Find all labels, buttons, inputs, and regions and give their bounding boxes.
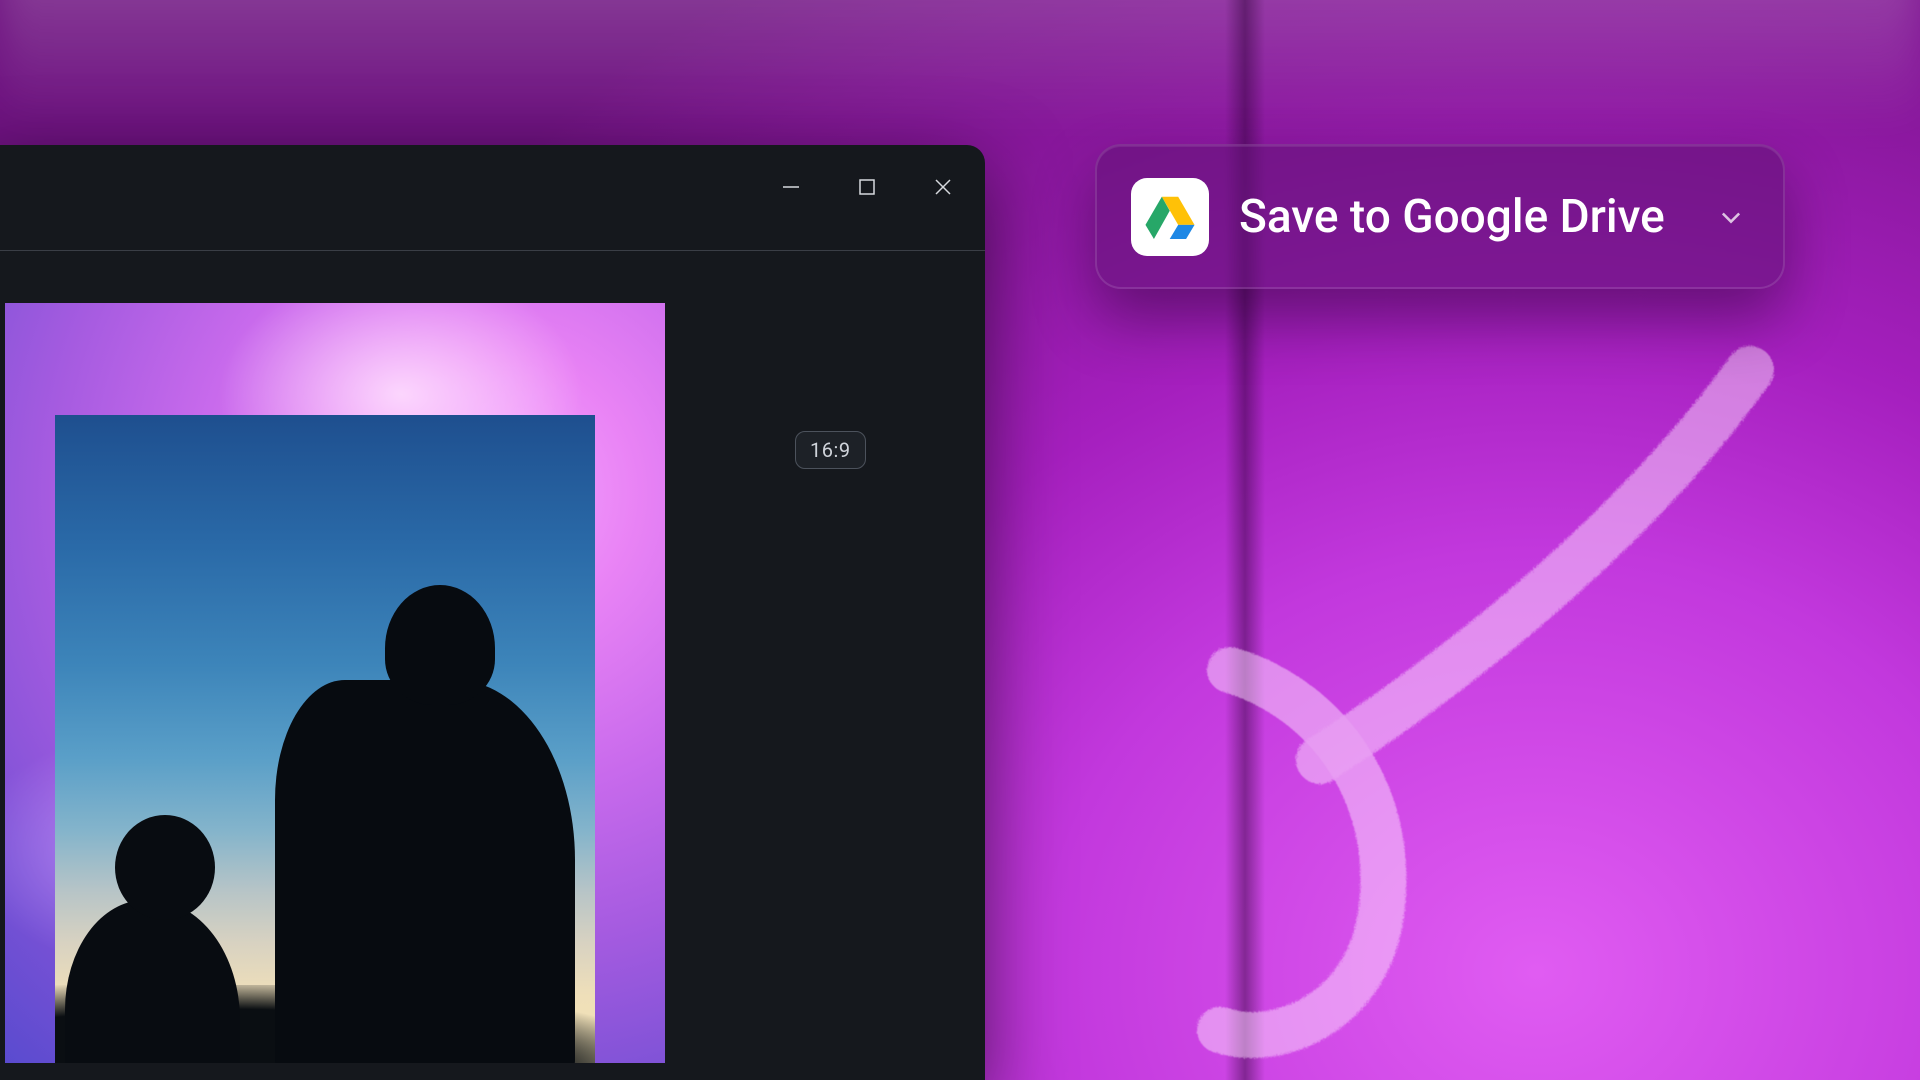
- silhouette-child: [65, 815, 245, 1063]
- maximize-button[interactable]: [843, 163, 891, 211]
- chevron-down-icon[interactable]: [1713, 199, 1749, 235]
- window-titlebar: [0, 145, 985, 251]
- save-to-drive-label: Save to Google Drive: [1239, 190, 1683, 244]
- aspect-ratio-badge[interactable]: 16:9: [795, 431, 866, 469]
- close-button[interactable]: [919, 163, 967, 211]
- desktop-background: 16:9 Save to Google Drive: [0, 0, 1920, 1080]
- editor-window: 16:9: [0, 145, 985, 1080]
- save-to-drive-card[interactable]: Save to Google Drive: [1095, 144, 1785, 289]
- wallpaper-swoosh: [1190, 330, 1830, 1080]
- silhouette-adult: [265, 585, 575, 1063]
- google-drive-icon: [1131, 178, 1209, 256]
- minimize-button[interactable]: [767, 163, 815, 211]
- foreground-photo: [55, 415, 595, 1063]
- canvas-preview[interactable]: [5, 303, 665, 1063]
